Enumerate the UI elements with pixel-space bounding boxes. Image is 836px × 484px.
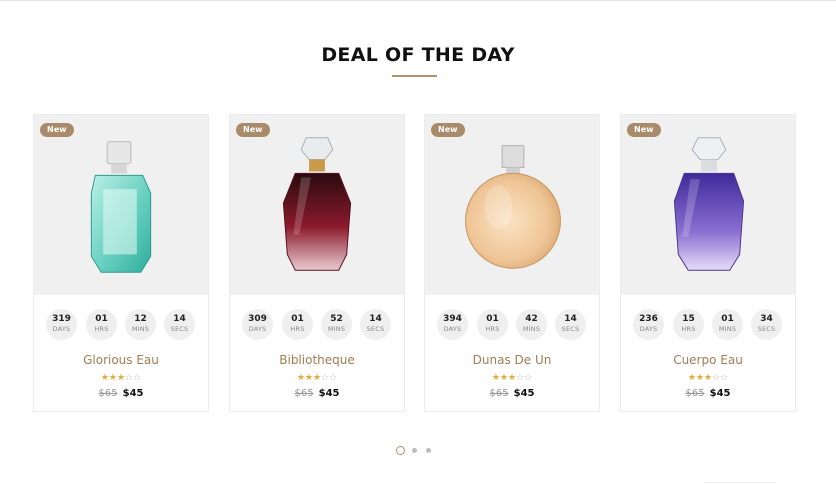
bottom-divider [706,482,776,483]
sale-price: $45 [122,388,144,399]
countdown-hours: 01 HRS [282,309,313,340]
product-card[interactable]: New 394 DAYS 01 HRS 42 MINS 14 SECS Dunas De… [424,114,600,412]
countdown-minutes: 12 MINS [125,309,156,340]
perfume-bottle-purple-icon [673,137,745,271]
star-empty-icon: ☆☆ [516,373,533,383]
sale-price: $45 [513,388,535,399]
countdown-timer: 236 DAYS 15 HRS 01 MINS 34 SECS [621,309,795,343]
countdown-days: 236 DAYS [633,309,664,340]
new-badge: New [236,123,270,137]
countdown-hours: 01 HRS [477,309,508,340]
pagination-dot-3[interactable] [426,448,431,453]
countdown-seconds: 14 SECS [164,309,195,340]
product-image[interactable] [34,115,208,295]
rating-stars: ★★★☆☆ [230,373,404,383]
product-name[interactable]: Cuerpo Eau [621,353,795,367]
rating-stars: ★★★☆☆ [425,373,599,383]
countdown-days: 309 DAYS [242,309,273,340]
product-card[interactable]: New 309 DAYS 01 HRS 52 MINS 14 SECS Biblioth… [229,114,405,412]
top-divider [0,0,836,1]
countdown-seconds: 14 SECS [555,309,586,340]
perfume-bottle-teal-icon [90,141,152,273]
old-price: $65 [489,388,509,399]
sale-price: $45 [318,388,340,399]
star-filled-icon: ★★★ [491,373,517,383]
product-card[interactable]: New 319 DAYS 01 HRS 12 MINS 14 SECS Glorious… [33,114,209,412]
star-empty-icon: ☆☆ [321,373,338,383]
star-filled-icon: ★★★ [100,373,126,383]
product-name[interactable]: Dunas De Un [425,353,599,367]
product-image[interactable] [621,115,795,295]
countdown-minutes: 42 MINS [516,309,547,340]
countdown-hours: 01 HRS [86,309,117,340]
countdown-seconds: 14 SECS [360,309,391,340]
countdown-seconds: 34 SECS [751,309,782,340]
new-badge: New [627,123,661,137]
product-image[interactable] [230,115,404,295]
product-name[interactable]: Glorious Eau [34,353,208,367]
rating-stars: ★★★☆☆ [621,373,795,383]
star-empty-icon: ☆☆ [712,373,729,383]
countdown-hours: 15 HRS [673,309,704,340]
star-filled-icon: ★★★ [687,373,713,383]
old-price: $65 [685,388,705,399]
countdown-timer: 319 DAYS 01 HRS 12 MINS 14 SECS [34,309,208,343]
price: $65 $45 [34,388,208,399]
price: $65 $45 [621,388,795,399]
product-name[interactable]: Bibliotheque [230,353,404,367]
new-badge: New [40,123,74,137]
title-underline [392,75,437,77]
countdown-days: 394 DAYS [437,309,468,340]
old-price: $65 [294,388,314,399]
countdown-timer: 309 DAYS 01 HRS 52 MINS 14 SECS [230,309,404,343]
star-empty-icon: ☆☆ [125,373,142,383]
old-price: $65 [98,388,118,399]
star-filled-icon: ★★★ [296,373,322,383]
perfume-bottle-red-icon [282,137,352,271]
countdown-minutes: 52 MINS [321,309,352,340]
price: $65 $45 [425,388,599,399]
countdown-days: 319 DAYS [46,309,77,340]
pagination-dot-2[interactable] [412,448,417,453]
new-badge: New [431,123,465,137]
product-image[interactable] [425,115,599,295]
perfume-bottle-peach-icon [465,145,561,269]
rating-stars: ★★★☆☆ [34,373,208,383]
carousel-pagination [395,446,445,456]
sale-price: $45 [709,388,731,399]
product-carousel: New 319 DAYS 01 HRS 12 MINS 14 SECS Glorious… [33,114,796,414]
price: $65 $45 [230,388,404,399]
section-title: DEAL OF THE DAY [321,44,515,66]
countdown-minutes: 01 MINS [712,309,743,340]
product-card[interactable]: New 236 DAYS 15 HRS 01 MINS 34 SECS Cuerpo E… [620,114,796,412]
pagination-dot-1[interactable] [396,446,405,455]
countdown-timer: 394 DAYS 01 HRS 42 MINS 14 SECS [425,309,599,343]
